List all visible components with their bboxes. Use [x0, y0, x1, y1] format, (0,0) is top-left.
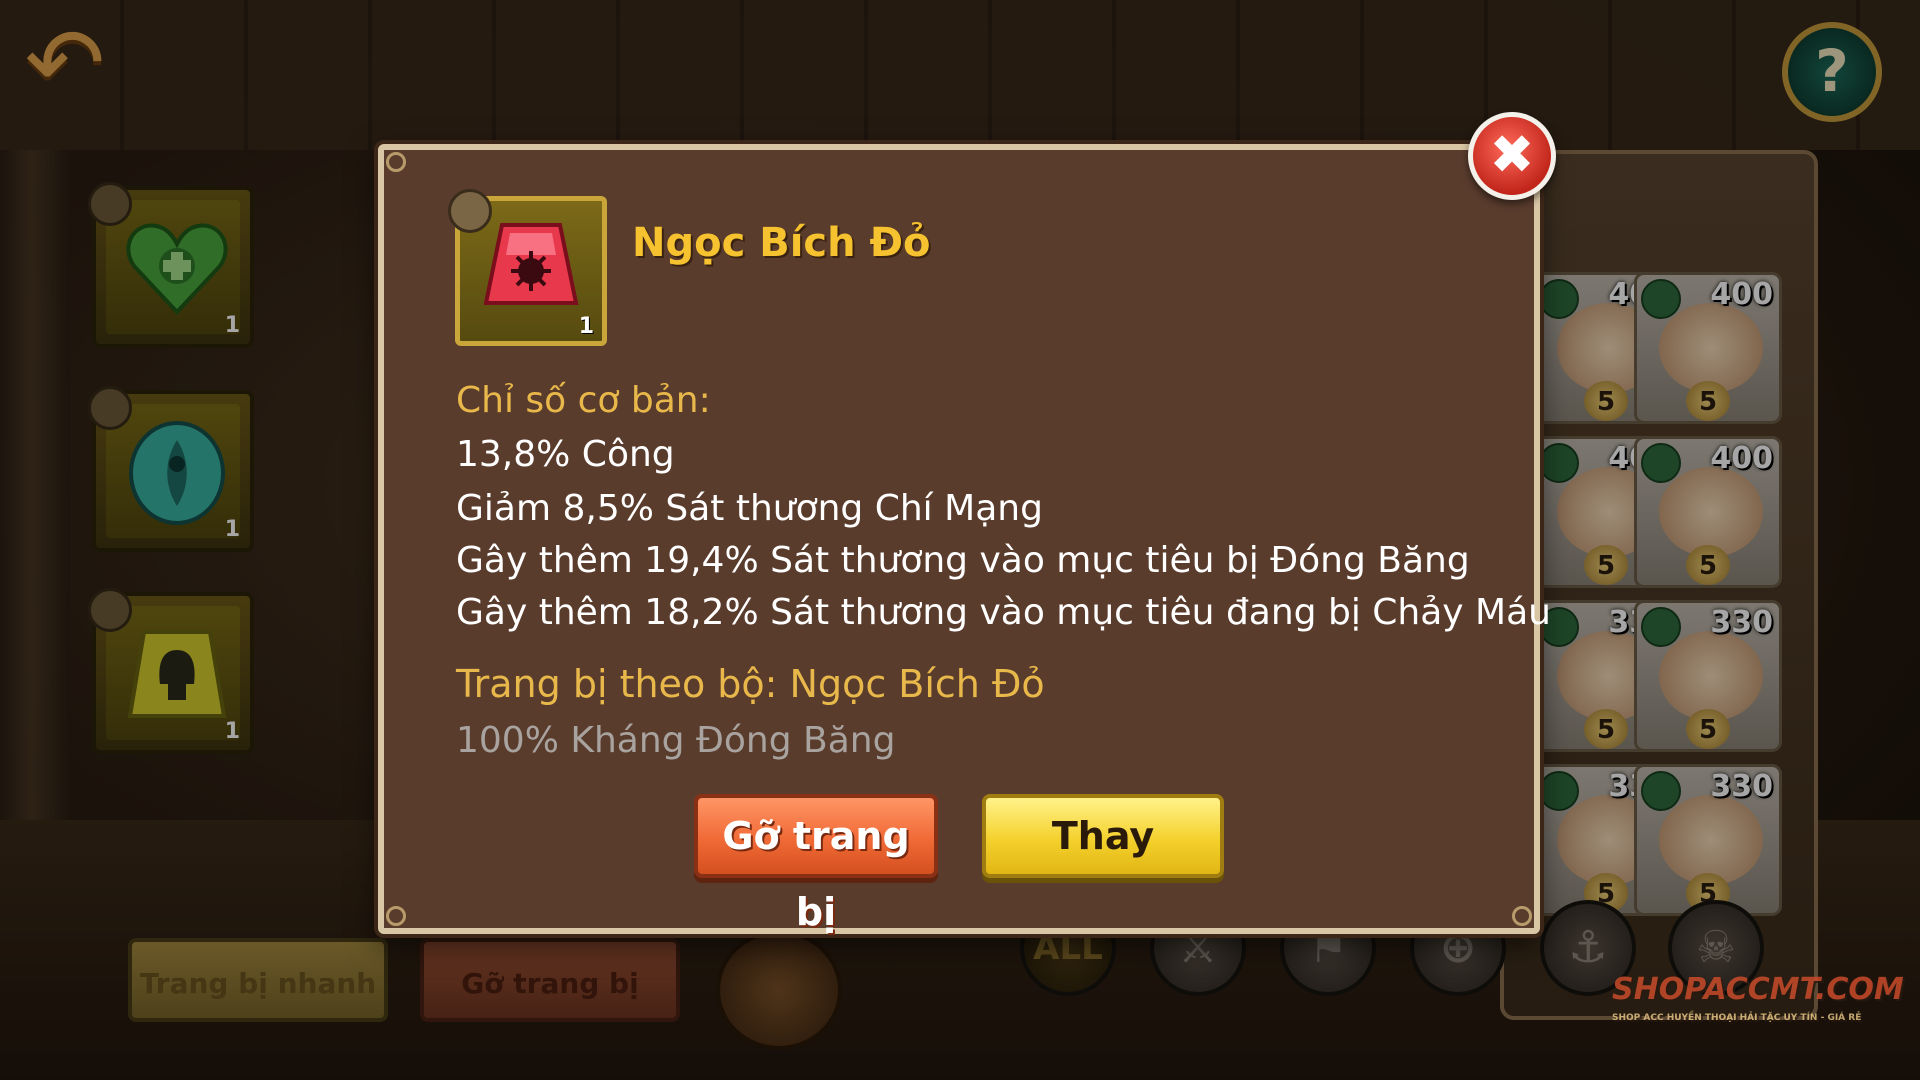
replace-button[interactable]: Thay — [982, 794, 1224, 878]
watermark-tagline: SHOP ACC HUYỀN THOẠI HẢI TẶC UY TÍN - GI… — [1612, 1013, 1862, 1023]
stat-line-1: 13,8% Công — [456, 434, 675, 475]
stat-line-2: Giảm 8,5% Sát thương Chí Mạng — [456, 488, 1043, 529]
stat-line-4: Gây thêm 18,2% Sát thương vào mục tiêu đ… — [456, 592, 1551, 633]
item-name: Ngọc Bích Đỏ — [632, 220, 931, 266]
base-stats-title: Chỉ số cơ bản: — [456, 380, 711, 421]
close-icon[interactable]: ✖ — [1468, 112, 1556, 200]
watermark-logo: SHOPACCMT.COM SHOP ACC HUYỀN THOẠI HẢI T… — [1612, 972, 1904, 1052]
item-count: 1 — [578, 314, 594, 339]
watermark-brand: SHOPACCMT.COM — [1612, 972, 1904, 1007]
remove-equipment-button[interactable]: Gỡ trang bị — [694, 794, 938, 934]
flag-badge-icon — [448, 189, 492, 233]
red-gem-icon — [483, 223, 579, 305]
item-icon-box: 1 — [448, 189, 607, 346]
set-bonus-title: Trang bị theo bộ: Ngọc Bích Đỏ — [456, 662, 1045, 706]
set-bonus-value: 100% Kháng Đóng Băng — [456, 720, 896, 761]
stat-line-3: Gây thêm 19,4% Sát thương vào mục tiêu b… — [456, 540, 1470, 581]
